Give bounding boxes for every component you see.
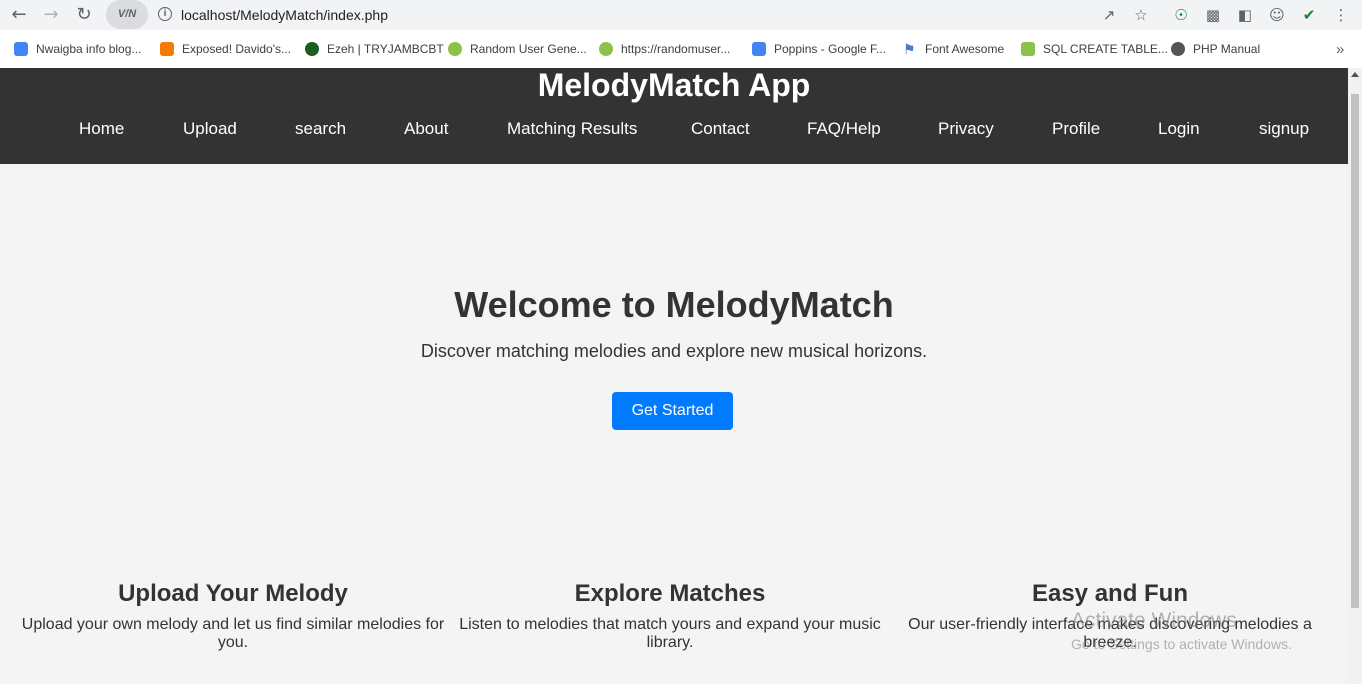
browser-chrome: ← → ↻ V/N i localhost/MelodyMatch/index.… [0,0,1362,68]
feature-card: Upload Your Melody Upload your own melod… [13,578,453,652]
site-header: MelodyMatch App Home Upload search About… [0,68,1348,164]
nav-profile[interactable]: Profile [1052,119,1100,139]
bookmark-label: Random User Gene... [470,42,587,56]
nav-contact[interactable]: Contact [691,119,750,139]
scroll-up-arrow-icon[interactable] [1351,72,1359,77]
site-icon [448,42,462,56]
bookmark-item[interactable]: Poppins - Google F... [752,36,886,62]
url-text[interactable]: localhost/MelodyMatch/index.php [181,7,388,23]
feature-title: Easy and Fun [1031,580,1189,607]
bookmark-label: Exposed! Davido's... [182,42,292,56]
get-started-button[interactable]: Get Started [612,392,733,430]
bookmark-label: https://randomuser... [621,42,731,56]
nav-home[interactable]: Home [79,119,124,139]
site-info-icon[interactable]: i [158,7,172,21]
vertical-scrollbar[interactable] [1348,68,1362,684]
nav-about[interactable]: About [404,119,448,139]
extensions-puzzle-icon[interactable]: ▩ [1203,5,1223,25]
windows-activation-hint: Go to Settings to activate Windows. [1071,636,1292,652]
adblock-extension-icon[interactable]: ☉ [1171,5,1191,25]
feature-card: Explore Matches Listen to melodies that … [450,578,890,652]
site-icon [599,42,613,56]
side-panel-icon[interactable]: ◧ [1235,5,1255,25]
reload-icon[interactable]: ↻ [73,4,95,26]
google-icon [14,42,28,56]
feature-title: Upload Your Melody [118,580,348,607]
vpn-icon[interactable]: V/N [106,0,148,29]
bookmark-item[interactable]: Exposed! Davido's... [160,36,291,62]
hero-title: Welcome to MelodyMatch [454,284,894,325]
bookmark-item[interactable]: https://randomuser... [599,36,730,62]
more-bookmarks-chevron-icon[interactable]: » [1336,36,1344,62]
flag-icon: ⚑ [903,41,916,57]
profile-avatar-icon[interactable]: ☺ [1267,5,1287,25]
site-icon [305,42,319,56]
bookmark-item[interactable]: SQL CREATE TABLE... [1021,36,1168,62]
nav-privacy[interactable]: Privacy [938,119,994,139]
nav-faq-help[interactable]: FAQ/Help [807,119,881,139]
hero-subtitle: Discover matching melodies and explore n… [420,341,928,361]
bookmark-label: PHP Manual [1193,42,1261,56]
bookmarks-bar: Nwaigba info blog... Exposed! Davido's..… [0,36,1362,62]
google-fonts-icon [752,42,766,56]
feature-text: Listen to melodies that match yours and … [459,616,881,651]
shield-check-icon[interactable]: ✔ [1299,5,1319,25]
share-icon[interactable]: ↗ [1099,5,1119,25]
page-viewport: MelodyMatch App Home Upload search About… [0,68,1348,684]
feature-title: Explore Matches [574,580,766,607]
blogger-icon [160,42,174,56]
bookmark-label: Poppins - Google F... [774,42,887,56]
feature-text: Upload your own melody and let us find s… [21,616,445,651]
bookmark-label: Font Awesome [925,42,1005,56]
bookmark-item[interactable]: Ezeh | TRYJAMBCBT [305,36,444,62]
scroll-thumb[interactable] [1351,94,1359,608]
w3schools-icon [1021,42,1035,56]
bookmark-item[interactable]: Random User Gene... [448,36,587,62]
windows-activation-watermark: Activate Windows [1071,609,1237,632]
nav-login[interactable]: Login [1158,119,1200,139]
nav-upload[interactable]: Upload [183,119,237,139]
back-arrow-icon[interactable]: ← [8,4,30,26]
bookmark-label: SQL CREATE TABLE... [1043,42,1168,56]
bookmark-item[interactable]: ⚑ Font Awesome [903,36,1004,62]
bookmark-item[interactable]: Nwaigba info blog... [14,36,141,62]
bookmark-label: Ezeh | TRYJAMBCBT [327,42,444,56]
bookmark-label: Nwaigba info blog... [36,42,142,56]
kebab-menu-icon[interactable]: ⋮ [1331,5,1351,25]
site-title: MelodyMatch App [537,68,811,103]
forward-arrow-icon[interactable]: → [40,4,62,26]
nav-matching-results[interactable]: Matching Results [507,119,637,139]
globe-icon [1171,42,1185,56]
bookmark-item[interactable]: PHP Manual [1171,36,1260,62]
browser-toolbar: ← → ↻ V/N i localhost/MelodyMatch/index.… [0,0,1362,30]
nav-search[interactable]: search [295,119,346,139]
bookmark-star-icon[interactable]: ☆ [1131,5,1151,25]
nav-signup[interactable]: signup [1259,119,1309,139]
